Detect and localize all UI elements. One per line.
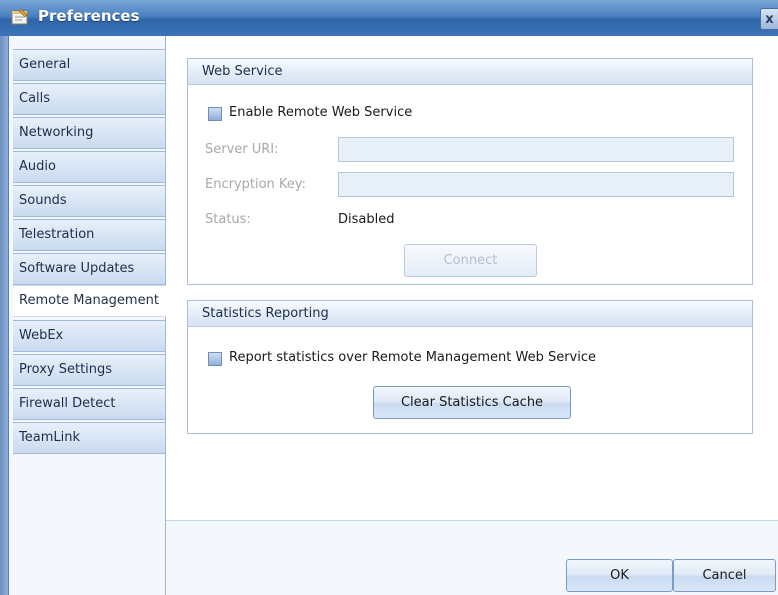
web-service-header: Web Service bbox=[188, 59, 752, 85]
encryption-key-field[interactable] bbox=[338, 172, 734, 197]
preferences-icon bbox=[11, 8, 28, 25]
sidebar-item-label: TeamLink bbox=[19, 430, 80, 445]
statistics-reporting-group: Statistics Reporting Report statistics o… bbox=[187, 300, 753, 434]
dialog-footer: OK Cancel bbox=[166, 520, 778, 595]
statistics-reporting-header: Statistics Reporting bbox=[188, 301, 752, 327]
sidebar-item-label: Networking bbox=[19, 125, 94, 140]
sidebar-item-label: Sounds bbox=[19, 193, 67, 208]
sidebar-item-audio[interactable]: Audio bbox=[13, 151, 166, 183]
sidebar-item-label: General bbox=[19, 57, 71, 72]
title-bar[interactable]: Preferences x bbox=[0, 0, 778, 36]
window-frame-left bbox=[0, 36, 9, 595]
sidebar: General Calls Networking Audio Sounds Te… bbox=[9, 36, 170, 595]
sidebar-item-label: WebEx bbox=[19, 328, 64, 343]
sidebar-item-label: Firewall Detect bbox=[19, 396, 116, 411]
sidebar-item-label: Calls bbox=[19, 91, 51, 106]
close-icon: x bbox=[765, 12, 774, 27]
sidebar-item-label: Telestration bbox=[19, 227, 95, 242]
sidebar-item-teamlink[interactable]: TeamLink bbox=[13, 422, 166, 454]
sidebar-item-label: Software Updates bbox=[19, 261, 135, 276]
sidebar-item-calls[interactable]: Calls bbox=[13, 83, 166, 115]
close-button[interactable]: x bbox=[760, 8, 778, 30]
cancel-button[interactable]: Cancel bbox=[673, 559, 776, 592]
enable-remote-web-service-label[interactable]: Enable Remote Web Service bbox=[229, 105, 412, 120]
sidebar-item-proxy-settings[interactable]: Proxy Settings bbox=[13, 354, 166, 386]
cancel-button-label: Cancel bbox=[702, 568, 747, 583]
content-panel: Web Service Enable Remote Web Service Se… bbox=[166, 44, 778, 520]
report-statistics-checkbox[interactable] bbox=[208, 352, 222, 366]
sidebar-item-label: Proxy Settings bbox=[19, 362, 113, 377]
window-title: Preferences bbox=[38, 7, 140, 25]
sidebar-item-webex[interactable]: WebEx bbox=[13, 320, 166, 352]
status-label: Status: bbox=[205, 212, 251, 227]
sidebar-item-firewall-detect[interactable]: Firewall Detect bbox=[13, 388, 166, 420]
status-value: Disabled bbox=[338, 212, 395, 227]
server-uri-label: Server URI: bbox=[205, 142, 279, 157]
sidebar-item-software-updates[interactable]: Software Updates bbox=[13, 253, 166, 285]
enable-remote-web-service-checkbox[interactable] bbox=[208, 107, 222, 121]
sidebar-item-general[interactable]: General bbox=[13, 49, 166, 81]
connect-button-label: Connect bbox=[443, 253, 498, 268]
ok-button-label: OK bbox=[610, 568, 629, 583]
sidebar-item-label: Remote Management bbox=[19, 293, 159, 308]
report-statistics-label[interactable]: Report statistics over Remote Management… bbox=[229, 350, 596, 365]
sidebar-item-sounds[interactable]: Sounds bbox=[13, 185, 166, 217]
connect-button[interactable]: Connect bbox=[404, 244, 537, 277]
web-service-title: Web Service bbox=[202, 64, 283, 79]
encryption-key-label: Encryption Key: bbox=[205, 177, 306, 192]
clear-statistics-cache-button[interactable]: Clear Statistics Cache bbox=[373, 386, 571, 419]
sidebar-item-networking[interactable]: Networking bbox=[13, 117, 166, 149]
clear-statistics-cache-label: Clear Statistics Cache bbox=[400, 395, 544, 410]
sidebar-item-label: Audio bbox=[19, 159, 56, 174]
server-uri-field[interactable] bbox=[338, 137, 734, 162]
preferences-window: Preferences x General Calls Networking A… bbox=[0, 0, 778, 595]
web-service-group: Web Service Enable Remote Web Service Se… bbox=[187, 58, 753, 285]
sidebar-item-telestration[interactable]: Telestration bbox=[13, 219, 166, 251]
statistics-reporting-title: Statistics Reporting bbox=[202, 306, 329, 321]
ok-button[interactable]: OK bbox=[566, 559, 673, 592]
sidebar-item-remote-management[interactable]: Remote Management bbox=[13, 285, 170, 317]
